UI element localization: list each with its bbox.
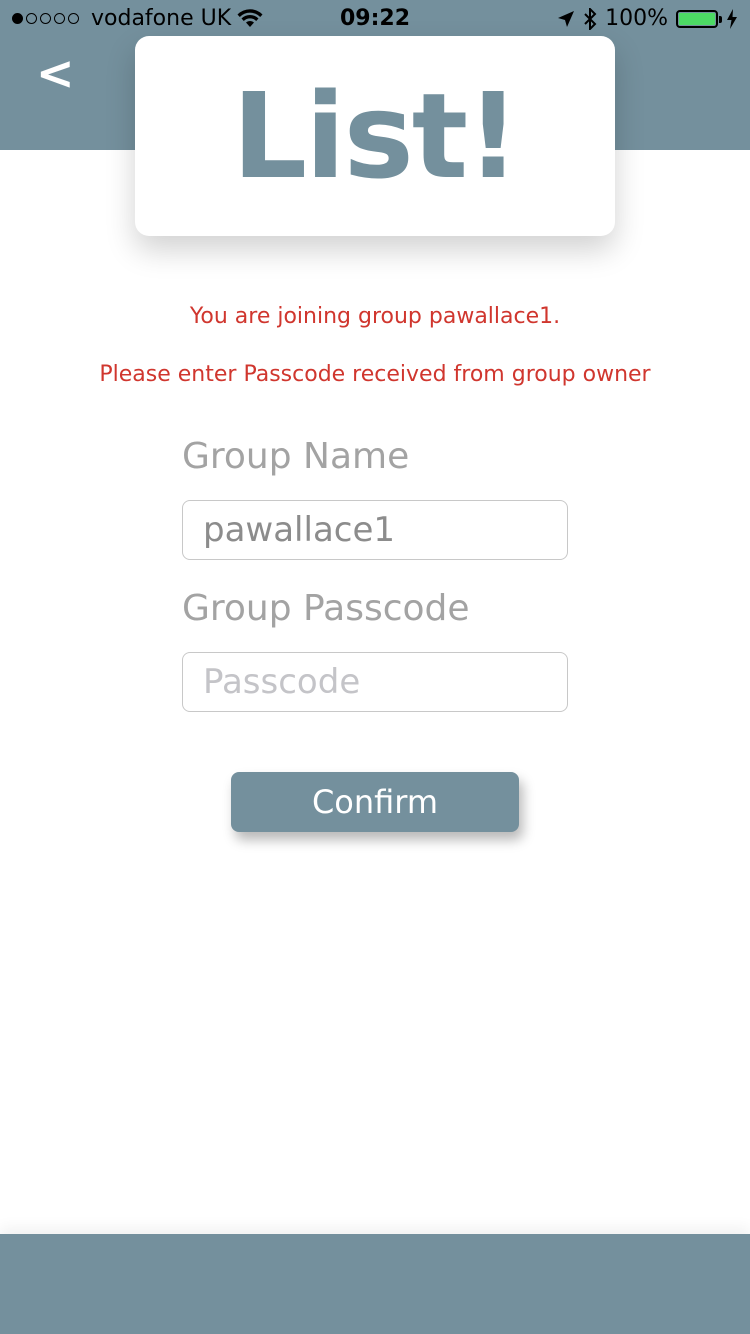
battery-icon: [676, 9, 722, 28]
app-logo: List!: [231, 67, 520, 205]
bottom-bar: [0, 1234, 750, 1334]
passcode-instruction: Please enter Passcode received from grou…: [99, 362, 651, 387]
status-right: 100%: [557, 6, 738, 31]
group-name-input[interactable]: [182, 500, 568, 560]
battery-fill: [679, 12, 715, 25]
group-passcode-label: Group Passcode: [182, 588, 470, 629]
charging-bolt-icon: [727, 8, 737, 29]
back-button[interactable]: <: [36, 50, 75, 96]
location-arrow-icon: [558, 10, 575, 27]
bluetooth-icon: [584, 7, 597, 30]
joining-message: You are joining group pawallace1.: [189, 304, 561, 329]
group-name-label: Group Name: [182, 436, 410, 477]
status-bar: vodafone UK 09:22 100%: [0, 0, 750, 40]
battery-percent: 100%: [605, 6, 668, 31]
confirm-button[interactable]: Confirm: [231, 772, 519, 832]
group-passcode-input[interactable]: [182, 652, 568, 712]
logo-card: List!: [135, 36, 615, 236]
